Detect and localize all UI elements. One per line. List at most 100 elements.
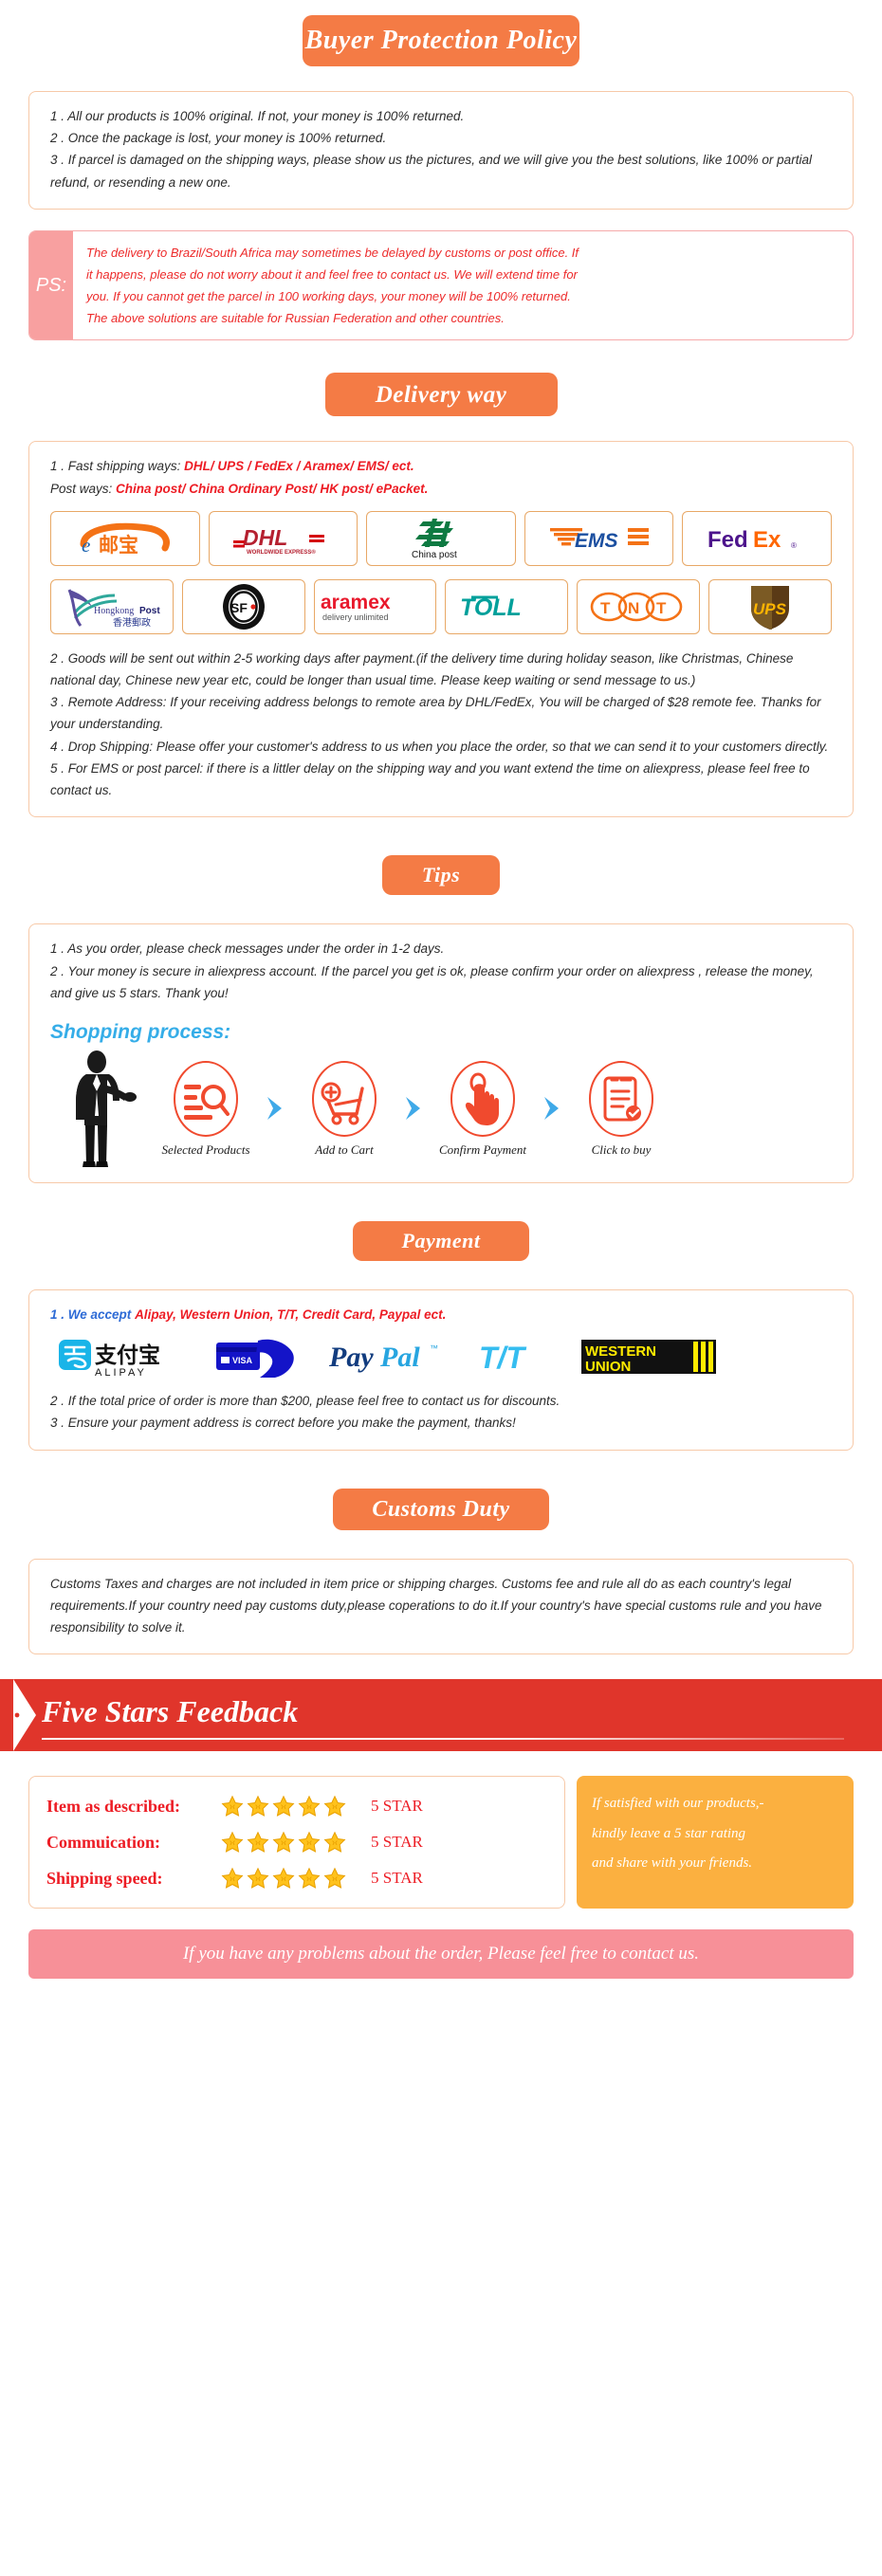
tips-title: Tips (382, 855, 500, 896)
rating-value: 5 STAR (371, 1797, 423, 1816)
svg-text:e: e (82, 534, 90, 557)
tips-item: 1 . As you order, please check messages … (50, 941, 445, 957)
post-ways-label: Post ways: (50, 481, 113, 496)
rating-label: Shipping speed: (46, 1868, 163, 1888)
alipay-logo: 支付宝 ALIPAY (52, 1335, 204, 1379)
star-icon (221, 1867, 244, 1890)
delivery-card: 1 . Fast shipping ways: DHL/ UPS / FedEx… (28, 441, 854, 818)
paypal-logo: Pay Pal ™ (325, 1335, 468, 1379)
tips-card: 1 . As you order, please check messages … (28, 923, 854, 1183)
rating-label: Commuication: (46, 1832, 160, 1852)
post-ways-value: China post/ China Ordinary Post/ HK post… (116, 481, 429, 496)
delivery-note: 5 . For EMS or post parcel: if there is … (50, 760, 810, 798)
payment-title: Payment (353, 1221, 529, 1261)
buyer-protection-title: Buyer Protection Policy (303, 15, 579, 66)
process-step-click-to-buy: Click to buy (572, 1059, 671, 1158)
star-icon (298, 1867, 321, 1890)
customs-body: Customs Taxes and charges are not includ… (50, 1576, 822, 1635)
ps-line: you. If you cannot get the parcel in 100… (86, 289, 571, 304)
rating-value: 5 STAR (371, 1869, 423, 1888)
process-step-label: Selected Products (161, 1142, 250, 1157)
delivery-heading-wrap: Delivery way (0, 373, 882, 417)
svg-text:EMS: EMS (575, 530, 618, 552)
ps-body: The delivery to Brazil/South Africa may … (73, 231, 594, 340)
tnt-logo: T N T (577, 578, 701, 634)
process-step-label: Add to Cart (315, 1142, 374, 1157)
ems-china-epacket-logo: e 邮宝 (50, 510, 200, 566)
fedex-logo: Fed Ex ® (682, 510, 832, 566)
ems-logo: EMS (524, 510, 674, 566)
feedback-note-line: kindly leave a 5 star rating (592, 1825, 746, 1841)
svg-text:DHL: DHL (243, 525, 287, 550)
tt-transfer-logo: T/T (471, 1335, 574, 1379)
svg-text:T: T (600, 599, 611, 617)
buyer-protection-card: 1 . All our products is 100% original. I… (28, 91, 854, 210)
star-icon (272, 1795, 295, 1818)
svg-text:WORLDWIDE EXPRESS®: WORLDWIDE EXPRESS® (247, 549, 316, 556)
star-icon (298, 1795, 321, 1818)
feedback-note: If satisfied with our products,- kindly … (577, 1776, 854, 1909)
svg-text:T: T (656, 599, 667, 617)
star-icon (221, 1795, 244, 1818)
fast-shipping-line: 1 . Fast shipping ways: DHL/ UPS / FedEx… (50, 455, 832, 477)
process-arrow-icon (532, 1094, 572, 1123)
svg-text:China post: China post (412, 550, 457, 560)
svg-text:aramex: aramex (321, 592, 391, 613)
ups-logo: UPS (708, 578, 832, 634)
process-step-label: Click to buy (591, 1142, 652, 1157)
star-icon (323, 1795, 346, 1818)
feedback-note-line: If satisfied with our products,- (592, 1796, 764, 1812)
payment-note: 3 . Ensure your payment address is corre… (50, 1416, 516, 1431)
customs-title: Customs Duty (333, 1488, 549, 1530)
process-step-add-to-cart: Add to Cart (295, 1059, 394, 1158)
process-arrow-icon (255, 1094, 295, 1123)
star-icon (272, 1867, 295, 1890)
carrier-logo-row-2: Hongkong Post 香港郵政 SF aramex delivery un… (50, 578, 832, 634)
svg-text:ALIPAY: ALIPAY (95, 1367, 147, 1378)
rating-stars (208, 1831, 359, 1854)
ps-line: The delivery to Brazil/South Africa may … (86, 245, 579, 260)
payment-accept-line: 1 . We accept Alipay, Western Union, T/T… (50, 1304, 832, 1325)
sf-express-logo: SF (181, 578, 305, 634)
star-icon (221, 1831, 244, 1854)
shopping-process-row: Selected Products Add to Cart Confirm Pa… (50, 1050, 832, 1167)
svg-text:N: N (628, 599, 639, 617)
delivery-note: 3 . Remote Address: If your receiving ad… (50, 695, 821, 732)
feedback-note-line: and share with your friends. (592, 1855, 753, 1872)
tips-item: 2 . Your money is secure in aliexpress a… (50, 963, 814, 1000)
visa-credit-card-icon: VISA (208, 1335, 322, 1379)
svg-text:UPS: UPS (753, 600, 787, 618)
rating-label: Item as described: (46, 1796, 180, 1816)
delivery-note: 2 . Goods will be sent out within 2-5 wo… (50, 650, 794, 688)
process-step-label: Confirm Payment (438, 1142, 527, 1157)
payment-heading-wrap: Payment (0, 1221, 882, 1261)
shopping-process-title: Shopping process: (50, 1021, 231, 1043)
payment-note: 2 . If the total price of order is more … (50, 1394, 560, 1409)
svg-text:Post: Post (139, 606, 160, 616)
svg-text:Pay: Pay (328, 1342, 374, 1373)
star-icon (323, 1831, 346, 1854)
post-ways-line: Post ways: China post/ China Ordinary Po… (50, 478, 832, 500)
star-icon (323, 1867, 346, 1890)
customs-heading-wrap: Customs Duty (0, 1488, 882, 1530)
svg-text:VISA: VISA (232, 1356, 253, 1365)
businessman-illustration (50, 1050, 156, 1167)
star-icon (272, 1831, 295, 1854)
rating-value: 5 STAR (371, 1833, 423, 1852)
process-arrow-icon (394, 1094, 433, 1123)
payment-accept-value: Alipay, Western Union, T/T, Credit Card,… (135, 1307, 447, 1322)
feedback-ratings-wrap: Item as described: 5 STAR Commuication: (28, 1776, 854, 1909)
star-icon (247, 1795, 269, 1818)
contact-us-bar[interactable]: If you have any problems about the order… (28, 1929, 854, 1980)
carrier-logo-row-1: e 邮宝 DHL WORLDWIDE EXPRESS® China post E… (50, 510, 832, 566)
svg-text:Hongkong: Hongkong (94, 606, 134, 616)
aramex-logo: aramex delivery unlimited (313, 578, 437, 634)
ps-tag-label: PS: (29, 230, 73, 340)
rating-row: Shipping speed: 5 STAR (46, 1860, 549, 1896)
payment-methods-row: 支付宝 ALIPAY VISA Pay Pal ™ T/T WESTERN UN… (52, 1335, 832, 1379)
svg-text:WESTERN: WESTERN (585, 1343, 656, 1360)
add-to-cart-icon (295, 1059, 394, 1139)
payment-accept-label: 1 . We accept (50, 1307, 132, 1322)
star-icon (247, 1831, 269, 1854)
rating-stars (208, 1795, 359, 1818)
